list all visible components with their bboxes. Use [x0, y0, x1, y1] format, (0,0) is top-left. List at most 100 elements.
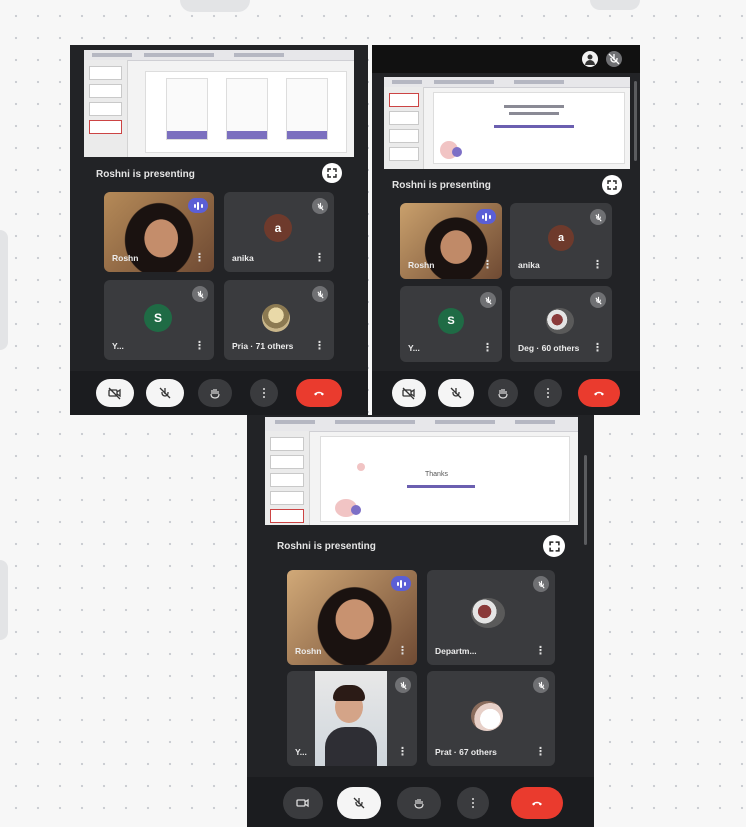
- presenting-label: Roshni is presenting: [277, 541, 376, 552]
- more-vert-icon[interactable]: ⋮: [592, 258, 603, 271]
- participant-name: Roshn: [408, 260, 435, 270]
- more-vert-icon[interactable]: ⋮: [592, 341, 603, 354]
- account-avatar[interactable]: [582, 51, 598, 67]
- camera-toggle-button[interactable]: [283, 787, 323, 819]
- participant-name: Y...: [112, 341, 124, 351]
- participant-name: Roshn: [295, 646, 322, 656]
- participant-tile[interactable]: Roshn ⋮: [104, 192, 214, 272]
- shared-screen: [384, 77, 630, 169]
- more-vert-icon[interactable]: ⋮: [397, 745, 408, 758]
- slide-canvas: [146, 72, 346, 152]
- mic-off-icon: [312, 286, 328, 302]
- presenting-label: Roshni is presenting: [392, 180, 491, 191]
- participant-tile[interactable]: Roshn ⋮: [400, 203, 502, 279]
- participant-name: Y...: [408, 343, 420, 353]
- end-call-button[interactable]: [296, 379, 342, 407]
- more-vert-icon[interactable]: ⋮: [482, 258, 493, 271]
- settings-button[interactable]: [606, 51, 622, 67]
- more-vert-icon[interactable]: ⋮: [314, 339, 325, 352]
- raise-hand-button[interactable]: [198, 379, 232, 407]
- camera-off-icon: [108, 387, 121, 400]
- participant-name: anika: [518, 260, 540, 270]
- avatar: [262, 304, 290, 332]
- participant-name: Pria · 71 others: [232, 341, 294, 351]
- camera-icon: [296, 798, 309, 808]
- more-vert-icon[interactable]: ⋮: [535, 745, 546, 758]
- mic-off-icon: [395, 677, 411, 693]
- participant-tile[interactable]: Departm... ⋮: [427, 570, 555, 665]
- shared-screen: Thanks: [265, 417, 578, 525]
- more-vert-icon: [472, 798, 474, 808]
- avatar: [471, 598, 505, 628]
- participant-tile[interactable]: Pria · 71 others ⋮: [224, 280, 334, 360]
- shared-screen: [84, 50, 354, 157]
- slide-canvas: Thanks: [321, 437, 569, 521]
- avatar: S: [144, 304, 172, 332]
- audio-levels-icon: [391, 576, 411, 591]
- raise-hand-button[interactable]: [397, 787, 441, 819]
- more-vert-icon: [263, 388, 265, 398]
- mic-off-icon: [608, 53, 620, 65]
- participant-tile[interactable]: Deg · 60 others ⋮: [510, 286, 612, 362]
- more-vert-icon[interactable]: ⋮: [314, 251, 325, 264]
- scrollbar[interactable]: [584, 455, 587, 545]
- more-options-button[interactable]: [250, 379, 278, 407]
- mic-off-icon: [533, 677, 549, 693]
- hand-icon: [210, 389, 220, 399]
- participant-tile[interactable]: Roshn ⋮: [287, 570, 417, 665]
- more-vert-icon[interactable]: ⋮: [482, 341, 493, 354]
- mic-off-icon: [159, 387, 171, 399]
- call-controls: [247, 777, 594, 827]
- mic-off-icon: [533, 576, 549, 592]
- bg-decoration-top: [180, 0, 250, 12]
- fullscreen-button[interactable]: [602, 175, 622, 195]
- more-options-button[interactable]: [457, 787, 489, 819]
- call-controls: [372, 371, 640, 415]
- participant-tile[interactable]: S Y... ⋮: [104, 280, 214, 360]
- mic-off-icon: [450, 387, 462, 399]
- participant-tile[interactable]: Y... ⋮: [287, 671, 417, 766]
- participant-name: Y...: [295, 747, 307, 757]
- camera-toggle-button[interactable]: [96, 379, 134, 407]
- mic-toggle-button[interactable]: [438, 379, 474, 407]
- participant-tile[interactable]: a anika ⋮: [510, 203, 612, 279]
- avatar: [471, 701, 503, 731]
- more-vert-icon: [547, 388, 549, 398]
- mic-off-icon: [480, 292, 496, 308]
- end-call-button[interactable]: [578, 379, 620, 407]
- app-ribbon: [265, 417, 578, 432]
- scrollbar[interactable]: [634, 81, 637, 161]
- fullscreen-icon: [607, 180, 617, 190]
- avatar: a: [548, 225, 574, 251]
- bg-decoration-left-2: [0, 560, 8, 640]
- mic-off-icon: [353, 797, 365, 809]
- mic-off-icon: [192, 286, 208, 302]
- camera-toggle-button[interactable]: [392, 379, 426, 407]
- person-icon: [585, 54, 595, 65]
- call-controls: [70, 371, 368, 415]
- fullscreen-button[interactable]: [543, 535, 565, 557]
- mic-toggle-button[interactable]: [146, 379, 184, 407]
- slide-thumbnails: [265, 431, 310, 525]
- more-vert-icon[interactable]: ⋮: [194, 339, 205, 352]
- slide-thumbnails: [384, 87, 425, 169]
- fullscreen-button[interactable]: [322, 163, 342, 183]
- participant-tile[interactable]: S Y... ⋮: [400, 286, 502, 362]
- participant-tile[interactable]: Prat · 67 others ⋮: [427, 671, 555, 766]
- participant-video: [315, 671, 387, 766]
- more-options-button[interactable]: [534, 379, 562, 407]
- meet-screenshot-2: Roshni is presenting Roshn ⋮ a anika ⋮ S…: [372, 45, 640, 415]
- fullscreen-icon: [548, 540, 560, 552]
- audio-levels-icon: [188, 198, 208, 213]
- raise-hand-button[interactable]: [488, 379, 518, 407]
- bg-decoration-left: [0, 230, 8, 350]
- mic-toggle-button[interactable]: [337, 787, 381, 819]
- fullscreen-icon: [327, 168, 337, 178]
- participant-tile[interactable]: a anika ⋮: [224, 192, 334, 272]
- more-vert-icon[interactable]: ⋮: [535, 644, 546, 657]
- more-vert-icon[interactable]: ⋮: [194, 251, 205, 264]
- end-call-button[interactable]: [511, 787, 563, 819]
- more-vert-icon[interactable]: ⋮: [397, 644, 408, 657]
- bg-decoration-top-right: [590, 0, 640, 10]
- meet-screenshot-3: Thanks Roshni is presenting Roshn ⋮ Depa…: [247, 415, 594, 827]
